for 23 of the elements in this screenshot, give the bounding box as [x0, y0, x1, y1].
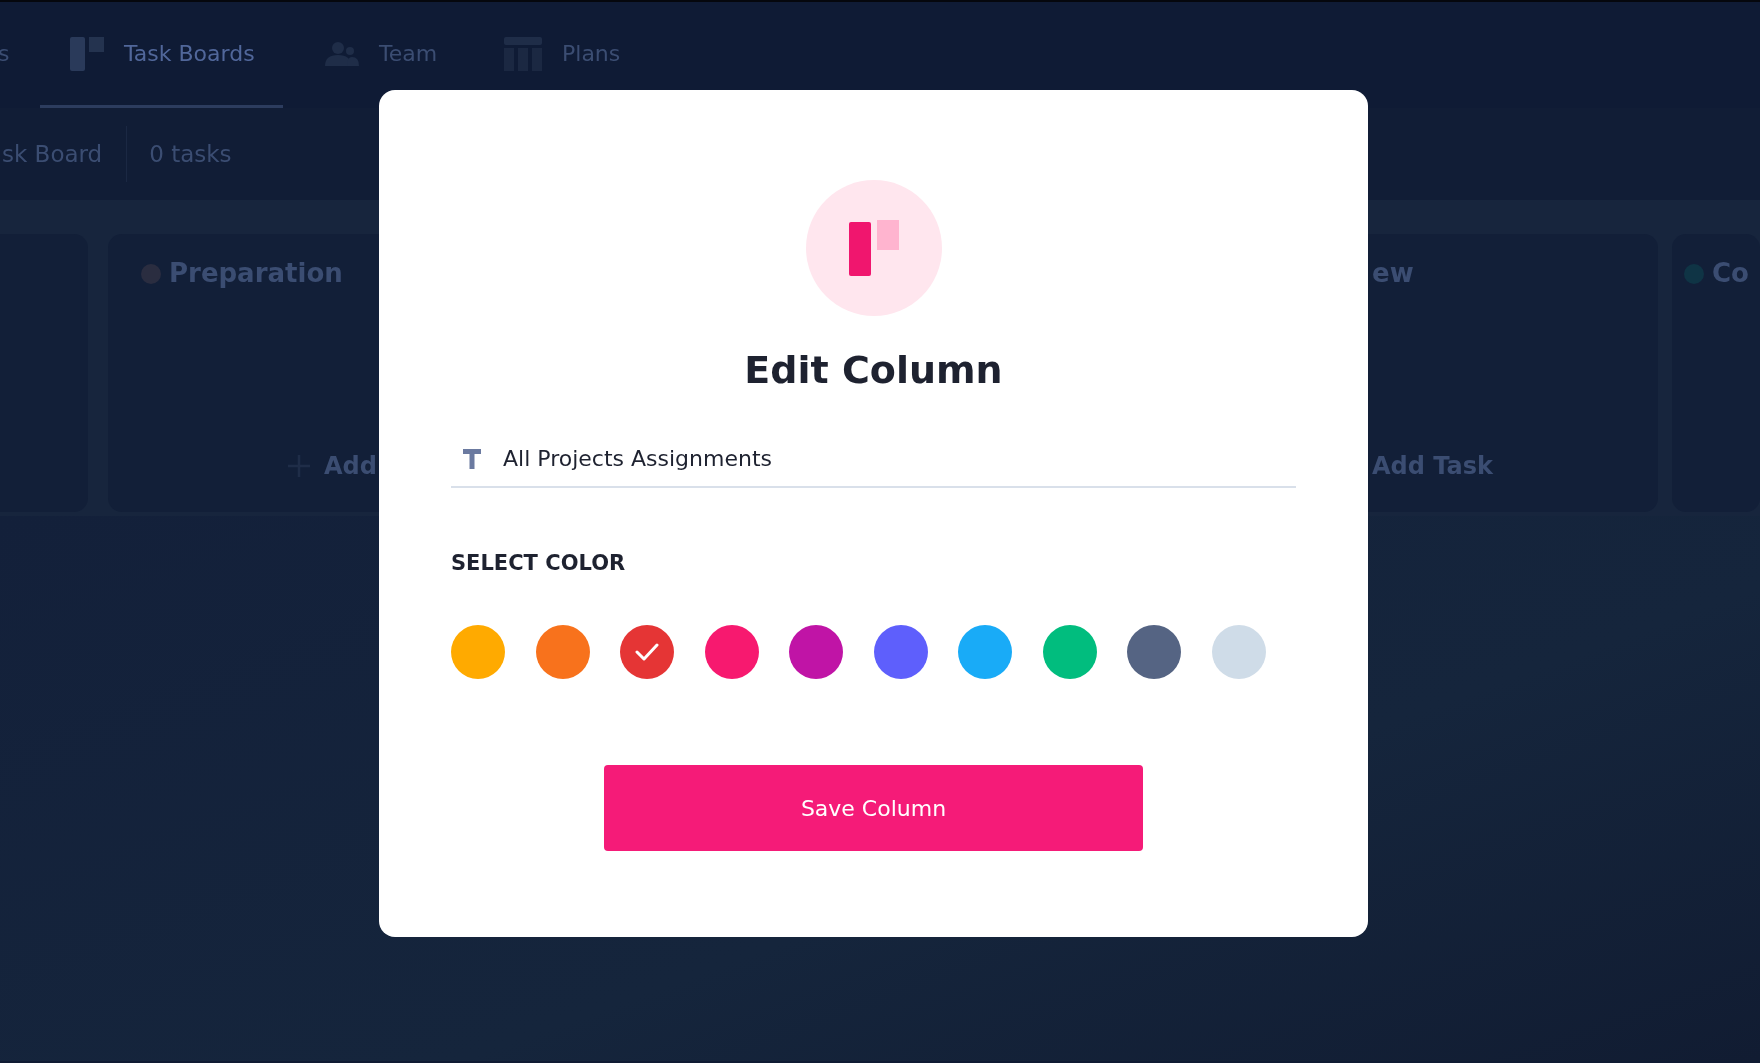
nav-tab[interactable]: Plans	[504, 2, 621, 108]
add-task-button[interactable]: Add Task	[1372, 448, 1493, 484]
column-name-input[interactable]: All Projects Assignments	[501, 441, 1296, 477]
text-icon	[463, 448, 481, 469]
column-title: ew	[1372, 257, 1414, 290]
board-icon	[848, 220, 899, 276]
add-task-button[interactable]: Add	[288, 448, 377, 484]
save-column-button[interactable]: Save Column	[604, 765, 1143, 852]
board-title: sk Board	[2, 139, 103, 169]
color-swatch[interactable]	[620, 625, 674, 680]
color-swatch[interactable]	[1127, 625, 1181, 680]
color-swatch[interactable]	[958, 625, 1012, 680]
nav-tab[interactable]: Team	[325, 2, 438, 108]
dialog-title: Edit Column	[744, 348, 1003, 394]
section-label: SELECT COLOR	[451, 549, 627, 577]
color-swatch[interactable]	[451, 625, 505, 680]
check-icon	[635, 643, 659, 662]
color-swatch[interactable]	[789, 625, 843, 680]
task-count: 0 tasks	[149, 139, 232, 169]
column-title: Preparation	[169, 257, 343, 290]
column-title: Co	[1712, 257, 1749, 290]
nav-tab[interactable]: s	[0, 2, 10, 108]
board-icon	[70, 36, 104, 71]
